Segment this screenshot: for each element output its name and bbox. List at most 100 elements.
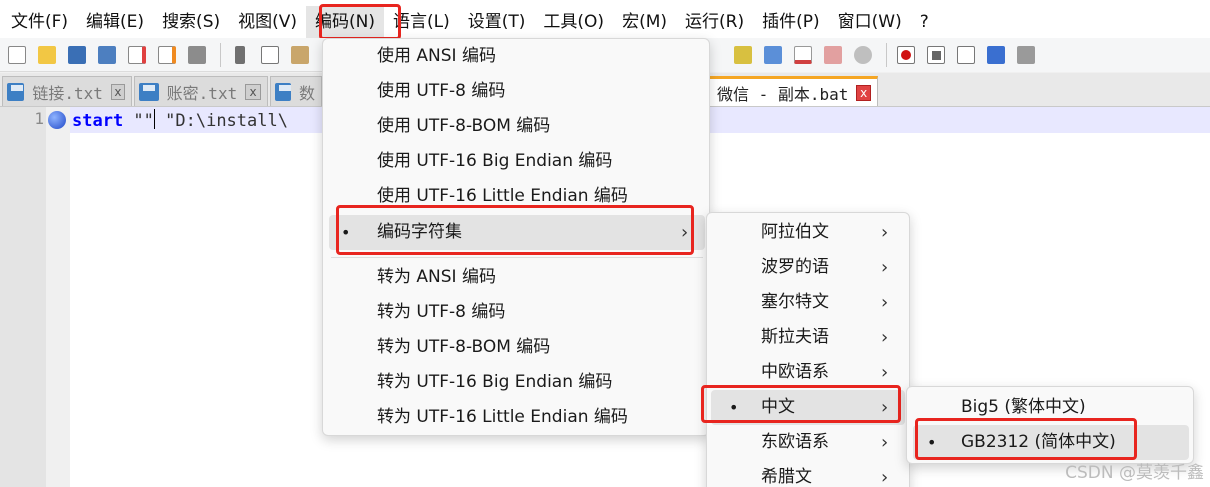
menu-item-label: 塞尔特文: [761, 292, 829, 312]
menu-item-label: GB2312 (简体中文): [961, 432, 1116, 452]
tab-label: 账密.txt: [166, 83, 238, 103]
new-file-icon[interactable]: [4, 42, 30, 68]
menu-item-label: 中文: [761, 397, 795, 417]
menu-run[interactable]: 运行(R): [676, 6, 753, 38]
menu-item-use-utf16-le[interactable]: 使用 UTF-16 Little Endian 编码: [323, 179, 711, 214]
submenu-arrow-icon: ›: [881, 432, 889, 453]
menu-item-greek[interactable]: 希腊文 ›: [707, 460, 911, 487]
tab-label: 链接.txt: [32, 83, 103, 103]
tab-links-txt[interactable]: 链接.txt x: [2, 76, 132, 106]
submenu-arrow-icon: ›: [681, 222, 689, 243]
menu-item-convert-utf16-le[interactable]: 转为 UTF-16 Little Endian 编码: [323, 400, 711, 435]
copy-icon[interactable]: [257, 42, 283, 68]
notepad-plus-plus-window: 文件(F) 编辑(E) 搜索(S) 视图(V) 编码(N) 语言(L) 设置(T…: [0, 0, 1210, 487]
save-all-icon[interactable]: [94, 42, 120, 68]
tab-label: 数: [298, 83, 315, 103]
menu-item-label: 希腊文: [761, 467, 812, 487]
menu-item-gb2312[interactable]: • GB2312 (简体中文): [913, 425, 1189, 460]
menu-search[interactable]: 搜索(S): [153, 6, 229, 38]
tab-label: 微信 - 副本.bat: [717, 84, 849, 104]
menu-edit[interactable]: 编辑(E): [77, 6, 153, 38]
menu-item-character-sets[interactable]: • 编码字符集 ›: [329, 215, 705, 250]
record-macro-icon[interactable]: [893, 42, 919, 68]
toolbar-separator: [220, 42, 221, 67]
menu-file[interactable]: 文件(F): [2, 6, 77, 38]
menu-view[interactable]: 视图(V): [229, 6, 306, 38]
paste-icon[interactable]: [287, 42, 313, 68]
menu-item-use-utf8-bom[interactable]: 使用 UTF-8-BOM 编码: [323, 109, 711, 144]
menu-item-convert-utf8-bom[interactable]: 转为 UTF-8-BOM 编码: [323, 330, 711, 365]
menu-item-celtic[interactable]: 塞尔特文 ›: [707, 285, 911, 320]
tab-accounts-txt[interactable]: 账密.txt x: [134, 76, 268, 106]
menu-item-convert-utf16-be[interactable]: 转为 UTF-16 Big Endian 编码: [323, 365, 711, 400]
menu-item-use-utf16-be[interactable]: 使用 UTF-16 Big Endian 编码: [323, 144, 711, 179]
encoding-dropdown-menu: 使用 ANSI 编码 使用 UTF-8 编码 使用 UTF-8-BOM 编码 使…: [322, 38, 710, 436]
menu-item-label: Big5 (繁体中文): [961, 397, 1086, 417]
open-file-icon[interactable]: [34, 42, 60, 68]
close-all-icon[interactable]: [154, 42, 180, 68]
menu-item-label: 中欧语系: [761, 362, 829, 382]
selected-bullet-icon: •: [729, 398, 739, 417]
document-list-icon[interactable]: [760, 42, 786, 68]
run-macro-multiple-icon[interactable]: [983, 42, 1009, 68]
function-list-icon[interactable]: [790, 42, 816, 68]
character-sets-submenu: 阿拉伯文 › 波罗的语 › 塞尔特文 › 斯拉夫语 › 中欧语系 › • 中文 › 东欧语…: [706, 212, 910, 487]
submenu-arrow-icon: ›: [881, 222, 889, 243]
menu-encoding[interactable]: 编码(N): [306, 6, 385, 38]
menu-item-eastern-european[interactable]: 东欧语系 ›: [707, 425, 911, 460]
menu-item-convert-ansi[interactable]: 转为 ANSI 编码: [323, 260, 711, 295]
submenu-arrow-icon: ›: [881, 397, 889, 418]
saved-file-icon: [7, 82, 25, 101]
menu-item-label: 使用 UTF-16 Big Endian 编码: [377, 151, 613, 171]
menu-item-label: 转为 ANSI 编码: [377, 267, 496, 287]
menu-help[interactable]: ?: [911, 6, 938, 38]
menu-item-use-utf8[interactable]: 使用 UTF-8 编码: [323, 74, 711, 109]
folder-workspace-icon[interactable]: [820, 42, 846, 68]
close-tab-icon[interactable]: x: [245, 83, 261, 100]
print-icon[interactable]: [184, 42, 210, 68]
menu-item-label: 转为 UTF-8 编码: [377, 302, 506, 322]
menu-item-label: 使用 UTF-16 Little Endian 编码: [377, 186, 628, 206]
document-map-icon[interactable]: [730, 42, 756, 68]
chinese-charset-submenu: Big5 (繁体中文) • GB2312 (简体中文): [906, 386, 1194, 464]
close-tab-icon[interactable]: x: [110, 83, 125, 100]
menu-item-chinese[interactable]: • 中文 ›: [711, 390, 905, 425]
menu-language[interactable]: 语言(L): [384, 6, 459, 38]
cut-icon[interactable]: [227, 42, 253, 68]
menu-bar: 文件(F) 编辑(E) 搜索(S) 视图(V) 编码(N) 语言(L) 设置(T…: [0, 6, 1210, 38]
menu-item-use-ansi[interactable]: 使用 ANSI 编码: [323, 39, 711, 74]
code-keyword: start: [72, 111, 124, 131]
code-line[interactable]: start "" "D:\install\: [72, 109, 288, 131]
menu-macro[interactable]: 宏(M): [613, 6, 676, 38]
submenu-arrow-icon: ›: [881, 467, 889, 487]
menu-item-cyrillic[interactable]: 斯拉夫语 ›: [707, 320, 911, 355]
monitoring-eye-icon[interactable]: [850, 42, 876, 68]
toolbar-separator: [886, 43, 887, 67]
menu-separator: [331, 257, 703, 258]
menu-item-label: 转为 UTF-16 Little Endian 编码: [377, 407, 628, 427]
tab-wechat-copy-bat[interactable]: 微信 - 副本.bat x: [706, 76, 878, 106]
play-macro-icon[interactable]: [953, 42, 979, 68]
fold-margin: [46, 107, 70, 487]
submenu-arrow-icon: ›: [881, 327, 889, 348]
menu-item-big5[interactable]: Big5 (繁体中文): [907, 390, 1195, 425]
menu-item-central-european[interactable]: 中欧语系 ›: [707, 355, 911, 390]
close-tab-icon[interactable]: x: [856, 84, 871, 101]
line-number-gutter: [0, 107, 46, 487]
menu-item-label: 使用 UTF-8 编码: [377, 81, 506, 101]
save-macro-icon[interactable]: [1013, 42, 1039, 68]
close-file-icon[interactable]: [124, 42, 150, 68]
watermark: CSDN @莫羡千鑫: [1065, 463, 1204, 483]
menu-tools[interactable]: 工具(O): [534, 6, 613, 38]
stop-macro-icon[interactable]: [923, 42, 949, 68]
menu-window[interactable]: 窗口(W): [829, 6, 911, 38]
menu-item-convert-utf8[interactable]: 转为 UTF-8 编码: [323, 295, 711, 330]
tab-data-file[interactable]: 数: [270, 76, 322, 106]
saved-file-icon: [139, 82, 159, 101]
menu-item-arabic[interactable]: 阿拉伯文 ›: [707, 215, 911, 250]
menu-item-baltic[interactable]: 波罗的语 ›: [707, 250, 911, 285]
menu-plugins[interactable]: 插件(P): [753, 6, 829, 38]
save-icon[interactable]: [64, 42, 90, 68]
menu-settings[interactable]: 设置(T): [459, 6, 535, 38]
menu-item-label: 转为 UTF-16 Big Endian 编码: [377, 372, 613, 392]
